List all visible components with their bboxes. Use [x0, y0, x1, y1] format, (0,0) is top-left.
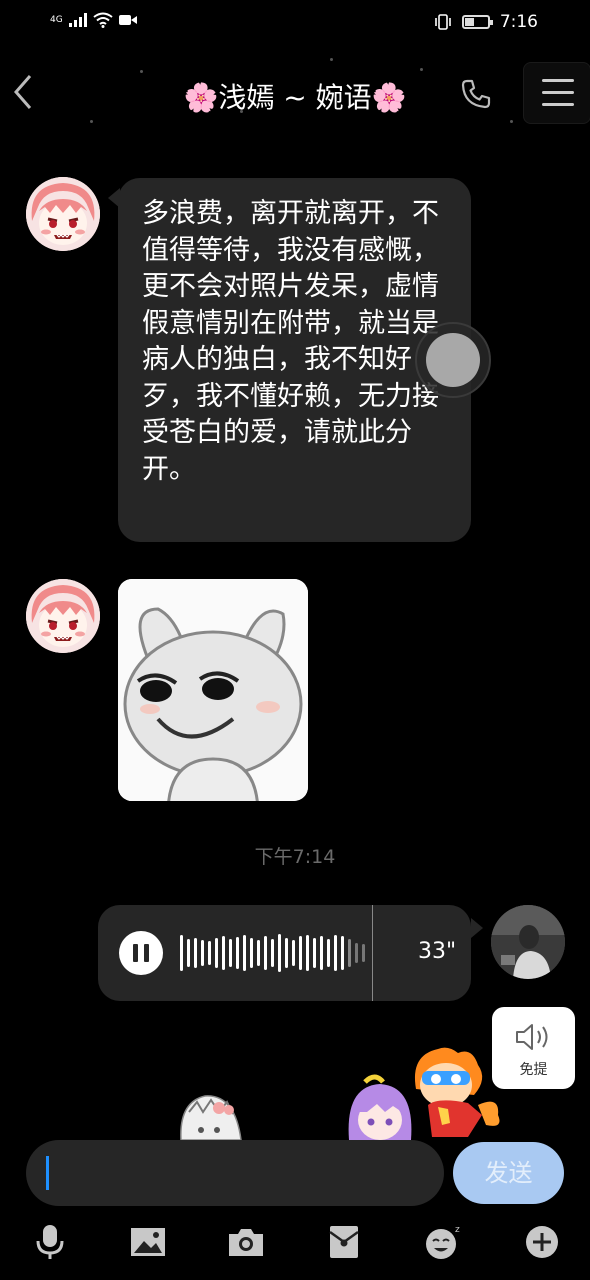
- anime-girl-avatar: [26, 177, 100, 251]
- text-caret: [46, 1156, 49, 1190]
- decorative-character: [345, 1072, 415, 1144]
- sticker-image[interactable]: [118, 579, 308, 801]
- svg-text:z: z: [455, 1225, 460, 1235]
- photo-button[interactable]: [128, 1222, 168, 1262]
- person-photo-avatar: [491, 905, 565, 979]
- call-button[interactable]: [460, 78, 492, 118]
- voice-waveform: [180, 933, 365, 973]
- signal-icon: [68, 13, 87, 27]
- floating-assistive-button[interactable]: [426, 333, 480, 387]
- red-packet-button[interactable]: [324, 1222, 364, 1262]
- network-type: 4G: [50, 14, 63, 25]
- white-haired-character-icon: [180, 1095, 242, 1141]
- speaker-toggle[interactable]: 免提: [492, 1007, 575, 1089]
- pause-icon: [133, 944, 138, 962]
- emoji-button[interactable]: z: [422, 1222, 462, 1262]
- contact-avatar[interactable]: [26, 579, 100, 653]
- contact-avatar[interactable]: [26, 177, 100, 251]
- battery-icon: [461, 15, 493, 29]
- camera-icon: [229, 1229, 263, 1256]
- message-input[interactable]: [26, 1140, 444, 1206]
- speaker-icon: [516, 1024, 548, 1050]
- smirking-bunny-sticker: [118, 579, 308, 801]
- my-avatar[interactable]: [491, 905, 565, 979]
- fire-lion-character-icon: [414, 1047, 500, 1137]
- video-icon: [118, 15, 137, 25]
- message-timestamp: 下午7:14: [254, 846, 336, 868]
- menu-line: [542, 91, 574, 94]
- emoji-icon: z: [426, 1225, 460, 1259]
- message-text: 多浪费，离开就离开，不值得等待，我没有感慨，更不会对照片发呆，虚情假意情别在附带…: [142, 198, 439, 485]
- more-button[interactable]: [522, 1222, 562, 1262]
- microphone-icon: [36, 1225, 64, 1259]
- decorative-character: [175, 1088, 247, 1144]
- menu-line: [542, 103, 574, 106]
- clock: 7:16: [499, 12, 538, 32]
- phone-icon: [461, 79, 491, 109]
- bubble-tail: [471, 918, 483, 938]
- wifi-icon: [93, 12, 113, 28]
- decorative-character: [408, 1045, 504, 1145]
- menu-button[interactable]: [523, 62, 590, 124]
- status-bar: 4G 7:16: [0, 0, 590, 44]
- menu-line: [542, 79, 574, 82]
- red-packet-icon: [329, 1226, 359, 1258]
- camera-button[interactable]: [226, 1222, 266, 1262]
- voice-duration: 33": [418, 939, 457, 964]
- pause-icon: [144, 944, 149, 962]
- purple-haired-girl-icon: [348, 1074, 412, 1140]
- send-button[interactable]: 发送: [453, 1142, 564, 1204]
- vibrate-icon: [435, 14, 451, 30]
- voice-message-bubble[interactable]: 33": [98, 905, 471, 1001]
- pause-button[interactable]: [119, 931, 163, 975]
- playback-position-line: [372, 905, 373, 1001]
- chat-header: 🌸浅嫣 ~ 婉语🌸: [0, 50, 590, 140]
- voice-input-button[interactable]: [30, 1222, 70, 1262]
- image-icon: [131, 1228, 165, 1256]
- speaker-label: 免提: [519, 1062, 548, 1078]
- chat-title[interactable]: 🌸浅嫣 ~ 婉语🌸: [0, 76, 590, 116]
- plus-icon: [526, 1226, 558, 1258]
- anime-girl-avatar: [26, 579, 100, 653]
- status-right: 7:16: [434, 12, 538, 32]
- status-left: 4G: [50, 12, 137, 28]
